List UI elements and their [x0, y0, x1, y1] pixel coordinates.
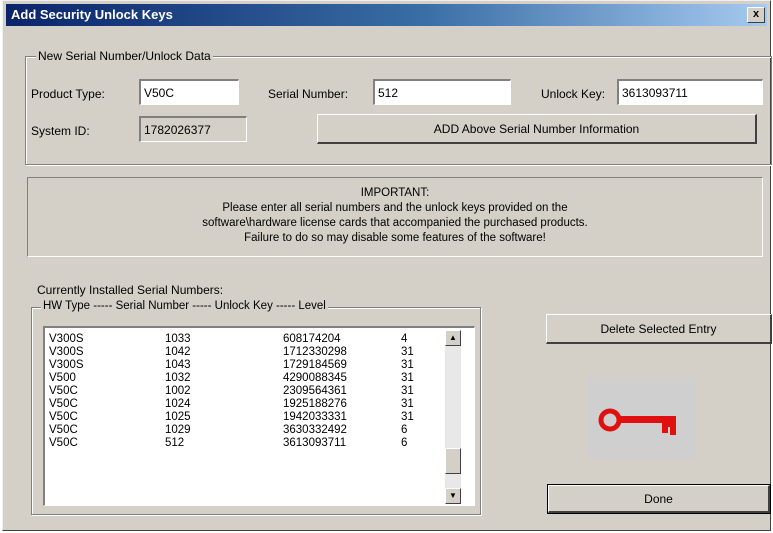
serial-cell: 1025 — [165, 411, 191, 423]
serial-cell: 1042 — [165, 346, 191, 358]
serial-data-group — [25, 56, 772, 165]
key-cell: 1712330298 — [283, 346, 347, 358]
key-cell: 1925188276 — [283, 398, 347, 410]
hw-type-cell: V50C — [49, 398, 78, 410]
level-cell: 31 — [401, 385, 414, 397]
scroll-thumb[interactable] — [445, 448, 461, 474]
serial-cell: 1002 — [165, 385, 191, 397]
hw-type-cell: V300S — [49, 346, 84, 358]
important-heading: IMPORTANT: — [360, 187, 430, 199]
hw-type-cell: V300S — [49, 359, 84, 371]
key-cell: 4290088345 — [283, 372, 347, 384]
key-image-panel — [588, 377, 696, 459]
hw-type-cell: V50C — [49, 424, 78, 436]
important-line-2: software\hardware license cards that acc… — [202, 217, 588, 229]
scroll-up-button[interactable]: ▲ — [445, 330, 461, 346]
serial-number-label: Serial Number: — [268, 87, 349, 101]
window-title: Add Security Unlock Keys — [11, 7, 173, 22]
product-type-label: Product Type: — [31, 87, 105, 101]
hw-type-cell: V300S — [49, 333, 84, 345]
serial-data-group-legend: New Serial Number/Unlock Data — [36, 49, 213, 63]
level-cell: 31 — [401, 398, 414, 410]
key-cell: 608174204 — [283, 333, 341, 345]
installed-serials-list[interactable]: V300S 1033 608174204 4 V300S 1042 171233… — [43, 326, 475, 506]
level-cell: 31 — [401, 359, 414, 371]
key-cell: 1942033331 — [283, 411, 347, 423]
important-line-3: Failure to do so may disable some featur… — [244, 232, 546, 244]
serial-cell: 1024 — [165, 398, 191, 410]
serial-cell: 1043 — [165, 359, 191, 371]
delete-entry-button[interactable]: Delete Selected Entry — [546, 314, 772, 344]
key-cell: 3630332492 — [283, 424, 347, 436]
important-notice: IMPORTANT: Please enter all serial numbe… — [27, 177, 763, 257]
key-cell: 2309564361 — [283, 385, 347, 397]
hw-type-cell: V50C — [49, 437, 78, 449]
level-cell: 6 — [401, 437, 408, 449]
title-bar[interactable]: Add Security Unlock Keys x — [6, 4, 767, 26]
level-cell: 31 — [401, 346, 414, 358]
hw-type-cell: V50C — [49, 385, 78, 397]
add-serial-button[interactable]: ADD Above Serial Number Information — [317, 114, 757, 144]
list-scrollbar[interactable]: ▲ ▼ — [445, 330, 461, 504]
product-type-input[interactable] — [139, 79, 239, 105]
serial-cell: 1033 — [165, 333, 191, 345]
close-button[interactable]: x — [747, 7, 765, 23]
system-id-field — [139, 116, 247, 142]
level-cell: 31 — [401, 372, 414, 384]
hw-type-cell: V50C — [49, 411, 78, 423]
unlock-key-label: Unlock Key: — [541, 87, 606, 101]
serial-cell: 1029 — [165, 424, 191, 436]
key-icon — [598, 408, 676, 435]
unlock-key-input[interactable] — [617, 79, 763, 105]
serial-number-input[interactable] — [373, 79, 511, 105]
serial-cell: 1032 — [165, 372, 191, 384]
level-cell: 6 — [401, 424, 408, 436]
level-cell: 4 — [401, 333, 408, 345]
installed-serials-header: HW Type ----- Serial Number ----- Unlock… — [41, 300, 328, 312]
dialog-window: Add Security Unlock Keys x New Serial Nu… — [2, 0, 772, 531]
key-cell: 1729184569 — [283, 359, 347, 371]
installed-serials-label: Currently Installed Serial Numbers: — [37, 283, 224, 297]
key-cell: 3613093711 — [283, 437, 347, 449]
hw-type-cell: V500 — [49, 372, 76, 384]
done-button[interactable]: Done — [547, 484, 771, 514]
serial-cell: 512 — [165, 437, 185, 449]
level-cell: 31 — [401, 411, 414, 423]
system-id-label: System ID: — [31, 124, 90, 138]
important-line-1: Please enter all serial numbers and the … — [222, 202, 568, 214]
scroll-down-button[interactable]: ▼ — [445, 488, 461, 504]
